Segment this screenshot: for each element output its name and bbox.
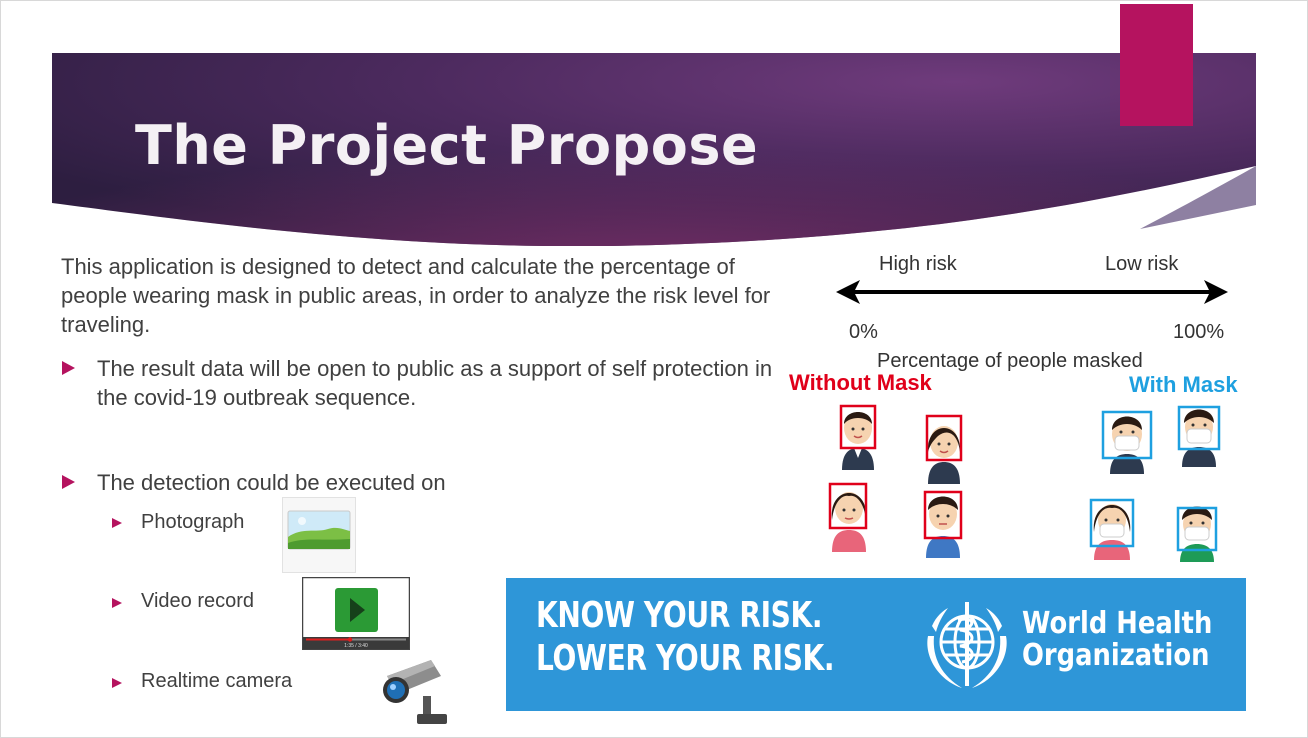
bullet-detection: The detection could be executed on (97, 470, 446, 495)
risk-max-label: 100% (1173, 321, 1225, 343)
sub-bullet-arrow-icon (112, 678, 122, 688)
bullet-result-data: The result data will be open to public a… (97, 356, 773, 410)
sub-bullet-arrow-icon (112, 518, 122, 528)
person-with-mask-icon (1177, 405, 1221, 467)
person-without-mask-icon (839, 404, 877, 470)
risk-left-label: High risk (879, 253, 957, 275)
who-banner: KNOW YOUR RISK. LOWER YOUR RISK. World H… (506, 578, 1246, 711)
person-with-mask-icon (1101, 410, 1153, 474)
bullet-arrow-icon (62, 361, 75, 375)
slide-title: The Project Propose (135, 114, 759, 177)
bullet-arrow-icon (62, 475, 75, 489)
risk-scale-arrow-icon (836, 280, 1228, 304)
security-camera-icon (383, 660, 447, 724)
accent-tab (1120, 4, 1193, 126)
who-slogan-line2: LOWER YOUR RISK. (536, 638, 835, 679)
who-slogan-line1: KNOW YOUR RISK. (536, 595, 823, 636)
video-player-icon: 1:35 / 3:40 (302, 577, 410, 650)
sub-bullet-arrow-icon (112, 598, 122, 608)
who-name-line1: World Health (1022, 606, 1213, 641)
person-with-mask-icon (1176, 506, 1218, 562)
who-slogan: KNOW YOUR RISK. LOWER YOUR RISK. (536, 594, 835, 680)
person-without-mask-icon (923, 490, 963, 558)
photograph-icon (282, 497, 356, 573)
sub-bullet-video-record: Video record (141, 590, 255, 612)
person-without-mask-icon (925, 414, 963, 484)
who-name: World Health Organization (1022, 608, 1212, 672)
with-mask-heading: With Mask (1129, 372, 1238, 397)
intro-paragraph: This application is designed to detect a… (61, 254, 771, 337)
who-name-line2: Organization (1022, 638, 1210, 673)
without-mask-heading: Without Mask (789, 370, 932, 395)
risk-right-label: Low risk (1105, 253, 1179, 275)
sub-bullet-photograph: Photograph (141, 511, 245, 533)
sub-bullet-realtime-camera: Realtime camera (141, 670, 293, 692)
risk-min-label: 0% (849, 321, 878, 343)
video-time-readout: 1:35 / 3:40 (344, 643, 368, 649)
who-emblem-icon (927, 602, 1007, 688)
person-with-mask-icon (1089, 498, 1135, 560)
person-without-mask-icon (828, 482, 868, 552)
